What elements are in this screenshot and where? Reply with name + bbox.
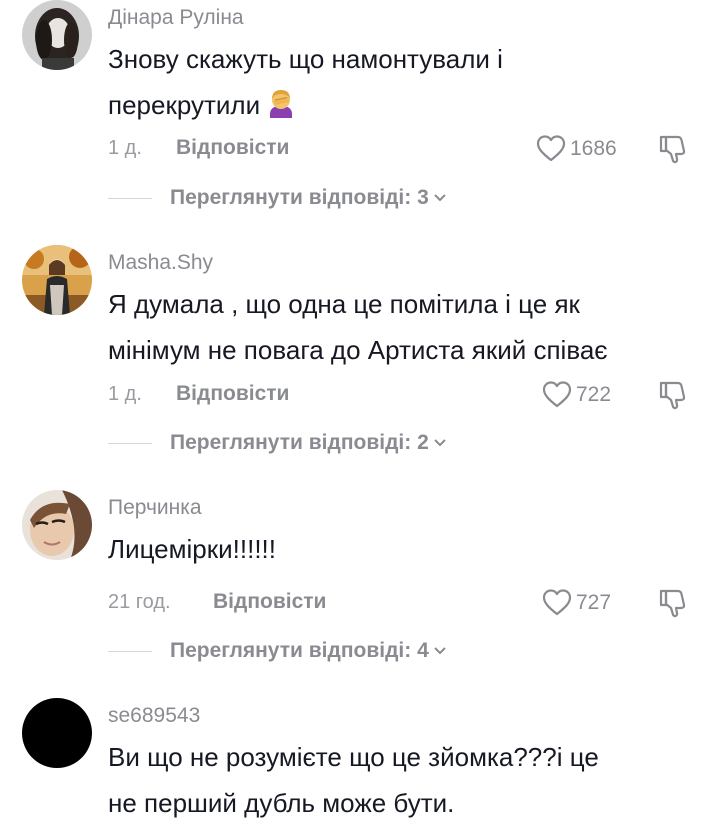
comment-text-line: Лицемірки!!!!!! xyxy=(108,534,276,564)
reply-button[interactable]: Відповісти xyxy=(213,590,326,614)
username[interactable]: Masha.Shy xyxy=(108,251,213,275)
view-replies-button[interactable]: Переглянути відповіді: 2 xyxy=(108,428,528,458)
like-count: 1686 xyxy=(570,137,617,160)
dislike-button[interactable] xyxy=(658,587,690,619)
comment-text: Знову скажуть що намонтували і перекрути… xyxy=(108,36,698,128)
comment-text-line: Я думала , що одна це помітила і це як xyxy=(108,289,580,319)
comment-time: 1 д. xyxy=(108,137,142,159)
comment-text-line: не перший дубль може бути. xyxy=(108,788,455,818)
thumbs-down-icon xyxy=(659,589,686,618)
comment-text: Ви що не розумієте що це зйомка???і це н… xyxy=(108,734,698,826)
dislike-button[interactable] xyxy=(658,379,690,411)
view-replies-label: Переглянути відповіді: 4 xyxy=(170,639,447,663)
divider xyxy=(108,443,152,444)
comment-actions: 21 год. Відповісти 727 xyxy=(108,587,708,619)
chevron-down-icon xyxy=(434,439,446,447)
like-count: 722 xyxy=(576,383,612,406)
comment-text-line: Знову скажуть що намонтували і xyxy=(108,44,503,74)
reply-button[interactable]: Відповісти xyxy=(176,382,289,406)
view-replies-label: Переглянути відповіді: 3 xyxy=(170,186,447,210)
chevron-down-icon xyxy=(434,647,446,655)
comment-time: 1 д. xyxy=(108,383,142,405)
username[interactable]: Перчинка xyxy=(108,496,202,520)
comment-time: 21 год. xyxy=(108,591,171,613)
avatar[interactable] xyxy=(22,490,92,560)
heart-icon xyxy=(536,135,566,162)
chevron-down-icon xyxy=(434,194,446,202)
view-replies-button[interactable]: Переглянути відповіді: 3 xyxy=(108,183,528,213)
heart-icon xyxy=(542,589,572,616)
comment-text-line: перекрутили xyxy=(108,82,698,128)
reply-button[interactable]: Відповісти xyxy=(176,136,289,160)
comment-actions: 1 д. Відповісти 722 xyxy=(108,379,708,411)
comment-actions: 1 д. Відповісти 1686 xyxy=(108,133,708,165)
view-replies-button[interactable]: Переглянути відповіді: 4 xyxy=(108,636,528,666)
comment-text: Лицемірки!!!!!! xyxy=(108,526,698,572)
comment-text-line: Ви що не розумієте що це зйомка???і це xyxy=(108,742,599,772)
divider xyxy=(108,651,152,652)
comment-text: Я думала , що одна це помітила і це як м… xyxy=(108,281,698,373)
comment-text-line: мінімум не повага до Артиста який співає xyxy=(108,335,608,365)
avatar[interactable] xyxy=(22,698,92,768)
divider xyxy=(108,198,152,199)
username[interactable]: se689543 xyxy=(108,704,200,728)
avatar[interactable] xyxy=(22,245,92,315)
avatar[interactable] xyxy=(22,0,92,70)
username[interactable]: Дінара Руліна xyxy=(108,6,244,30)
view-replies-label: Переглянути відповіді: 2 xyxy=(170,431,447,455)
dislike-button[interactable] xyxy=(658,133,690,165)
thumbs-down-icon xyxy=(659,381,686,410)
facepalm-woman-emoji-icon xyxy=(266,86,296,118)
like-count: 727 xyxy=(576,591,612,614)
heart-icon xyxy=(542,381,572,408)
thumbs-down-icon xyxy=(659,135,686,164)
